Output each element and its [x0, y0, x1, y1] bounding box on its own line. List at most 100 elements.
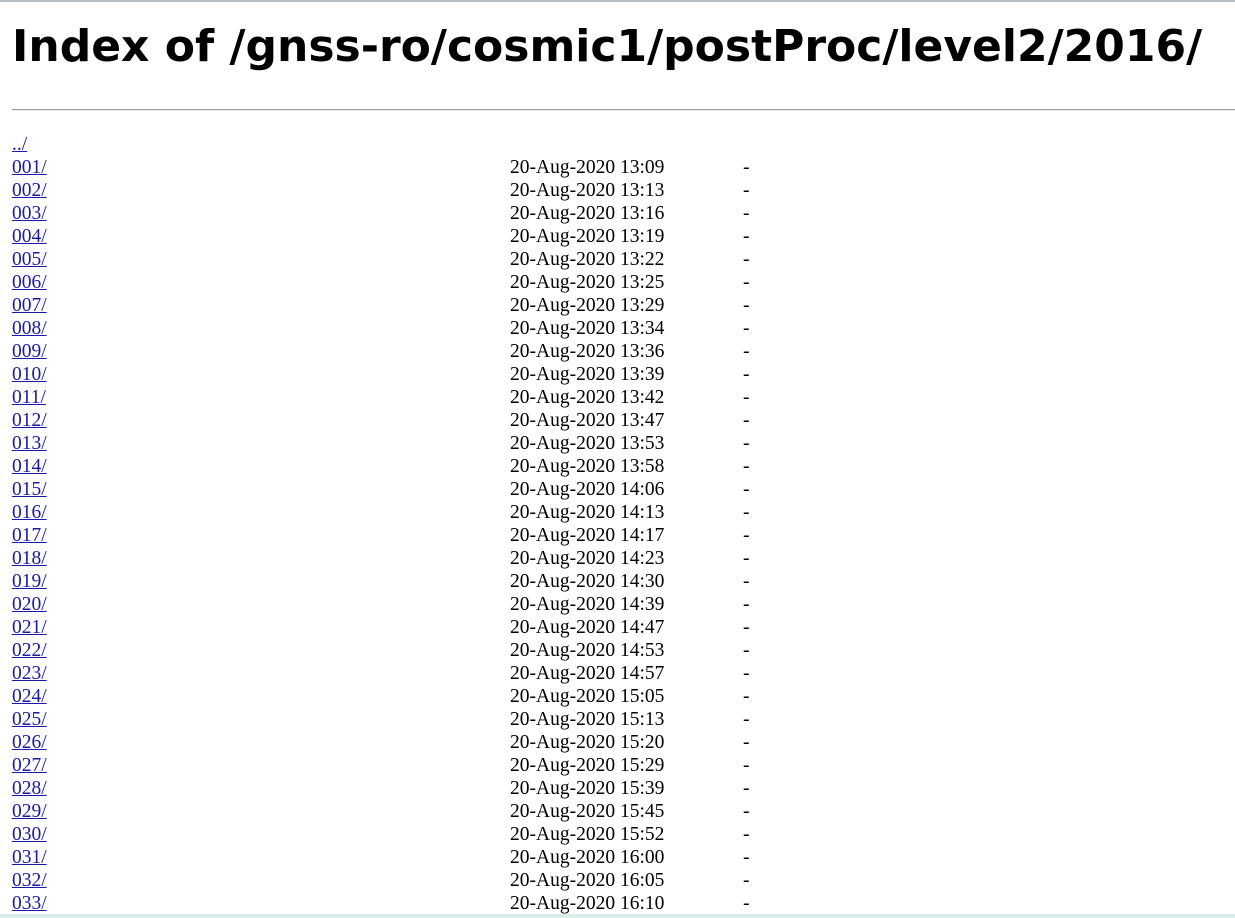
- file-size: -: [743, 502, 750, 523]
- file-size: -: [743, 364, 750, 385]
- directory-link[interactable]: 003/: [12, 202, 47, 225]
- modified-date: 20-Aug-2020 13:36: [510, 341, 665, 362]
- directory-link[interactable]: 019/: [12, 570, 47, 593]
- directory-link[interactable]: 002/: [12, 179, 47, 202]
- modified-date: 20-Aug-2020 14:23: [510, 548, 665, 569]
- directory-link[interactable]: 012/: [12, 409, 47, 432]
- modified-date: 20-Aug-2020 13:34: [510, 318, 665, 339]
- directory-link[interactable]: 001/: [12, 156, 47, 179]
- directory-link[interactable]: 021/: [12, 616, 47, 639]
- modified-date: 20-Aug-2020 13:13: [510, 180, 665, 201]
- directory-link[interactable]: 018/: [12, 547, 47, 570]
- directory-link[interactable]: 005/: [12, 248, 47, 271]
- directory-link[interactable]: 031/: [12, 846, 47, 869]
- modified-date: 20-Aug-2020 13:25: [510, 272, 665, 293]
- modified-date: 20-Aug-2020 13:42: [510, 387, 665, 408]
- directory-link[interactable]: 007/: [12, 294, 47, 317]
- modified-date: 20-Aug-2020 15:29: [510, 755, 665, 776]
- modified-date: 20-Aug-2020 14:53: [510, 640, 665, 661]
- modified-date: 20-Aug-2020 14:39: [510, 594, 665, 615]
- modified-date: 20-Aug-2020 14:13: [510, 502, 665, 523]
- file-size: -: [743, 249, 750, 270]
- file-size: -: [743, 709, 750, 730]
- modified-date: 20-Aug-2020 15:20: [510, 732, 665, 753]
- file-size: -: [743, 295, 750, 316]
- directory-link[interactable]: 020/: [12, 593, 47, 616]
- directory-link[interactable]: 026/: [12, 731, 47, 754]
- modified-date: 20-Aug-2020 14:17: [510, 525, 665, 546]
- file-size: -: [743, 318, 750, 339]
- modified-date: 20-Aug-2020 15:13: [510, 709, 665, 730]
- directory-link[interactable]: 028/: [12, 777, 47, 800]
- modified-date: 20-Aug-2020 13:16: [510, 203, 665, 224]
- file-size: -: [743, 663, 750, 684]
- modified-date: 20-Aug-2020 14:06: [510, 479, 665, 500]
- file-size: -: [743, 479, 750, 500]
- file-size: -: [743, 893, 750, 914]
- directory-link[interactable]: 011/: [12, 386, 46, 409]
- file-size: -: [743, 433, 750, 454]
- directory-link[interactable]: 017/: [12, 524, 47, 547]
- modified-date: 20-Aug-2020 13:39: [510, 364, 665, 385]
- directory-link[interactable]: 033/: [12, 892, 47, 915]
- file-size: -: [743, 732, 750, 753]
- file-size: -: [743, 571, 750, 592]
- modified-date: 20-Aug-2020 15:39: [510, 778, 665, 799]
- directory-link[interactable]: 016/: [12, 501, 47, 524]
- directory-link[interactable]: 029/: [12, 800, 47, 823]
- file-size: -: [743, 617, 750, 638]
- directory-link[interactable]: 004/: [12, 225, 47, 248]
- directory-link[interactable]: 006/: [12, 271, 47, 294]
- modified-date: 20-Aug-2020 14:47: [510, 617, 665, 638]
- directory-link[interactable]: 025/: [12, 708, 47, 731]
- modified-date: 20-Aug-2020 15:05: [510, 686, 665, 707]
- file-size: -: [743, 226, 750, 247]
- parent-directory-link[interactable]: ../: [12, 133, 27, 156]
- file-size: -: [743, 640, 750, 661]
- directory-link[interactable]: 024/: [12, 685, 47, 708]
- modified-date: 20-Aug-2020 13:22: [510, 249, 665, 270]
- file-size: -: [743, 272, 750, 293]
- modified-date: 20-Aug-2020 15:45: [510, 801, 665, 822]
- file-size: -: [743, 870, 750, 891]
- directory-link[interactable]: 032/: [12, 869, 47, 892]
- file-size: -: [743, 341, 750, 362]
- directory-link[interactable]: 030/: [12, 823, 47, 846]
- file-size: -: [743, 801, 750, 822]
- horizontal-rule: [12, 109, 1235, 111]
- file-size: -: [743, 180, 750, 201]
- modified-date: 20-Aug-2020 13:09: [510, 157, 665, 178]
- file-size: -: [743, 157, 750, 178]
- directory-link[interactable]: 014/: [12, 455, 47, 478]
- modified-date: 20-Aug-2020 13:19: [510, 226, 665, 247]
- file-size: -: [743, 410, 750, 431]
- file-size: -: [743, 203, 750, 224]
- modified-date: 20-Aug-2020 13:47: [510, 410, 665, 431]
- file-size: -: [743, 548, 750, 569]
- file-size: -: [743, 847, 750, 868]
- directory-link[interactable]: 022/: [12, 639, 47, 662]
- file-size: -: [743, 456, 750, 477]
- page-title: Index of /gnss-ro/cosmic1/postProc/level…: [12, 21, 1203, 72]
- modified-date: 20-Aug-2020 14:57: [510, 663, 665, 684]
- file-size: -: [743, 824, 750, 845]
- modified-date: 20-Aug-2020 15:52: [510, 824, 665, 845]
- modified-date: 20-Aug-2020 16:10: [510, 893, 665, 914]
- directory-link[interactable]: 010/: [12, 363, 47, 386]
- directory-link[interactable]: 013/: [12, 432, 47, 455]
- file-size: -: [743, 525, 750, 546]
- file-size: -: [743, 594, 750, 615]
- file-size: -: [743, 755, 750, 776]
- modified-date: 20-Aug-2020 16:00: [510, 847, 665, 868]
- file-size: -: [743, 686, 750, 707]
- directory-link[interactable]: 027/: [12, 754, 47, 777]
- modified-date: 20-Aug-2020 13:53: [510, 433, 665, 454]
- directory-link[interactable]: 009/: [12, 340, 47, 363]
- file-size: -: [743, 778, 750, 799]
- directory-link[interactable]: 023/: [12, 662, 47, 685]
- window-bottom-edge: [0, 914, 1235, 918]
- directory-link[interactable]: 008/: [12, 317, 47, 340]
- modified-date: 20-Aug-2020 13:58: [510, 456, 665, 477]
- directory-link[interactable]: 015/: [12, 478, 47, 501]
- modified-date: 20-Aug-2020 16:05: [510, 870, 665, 891]
